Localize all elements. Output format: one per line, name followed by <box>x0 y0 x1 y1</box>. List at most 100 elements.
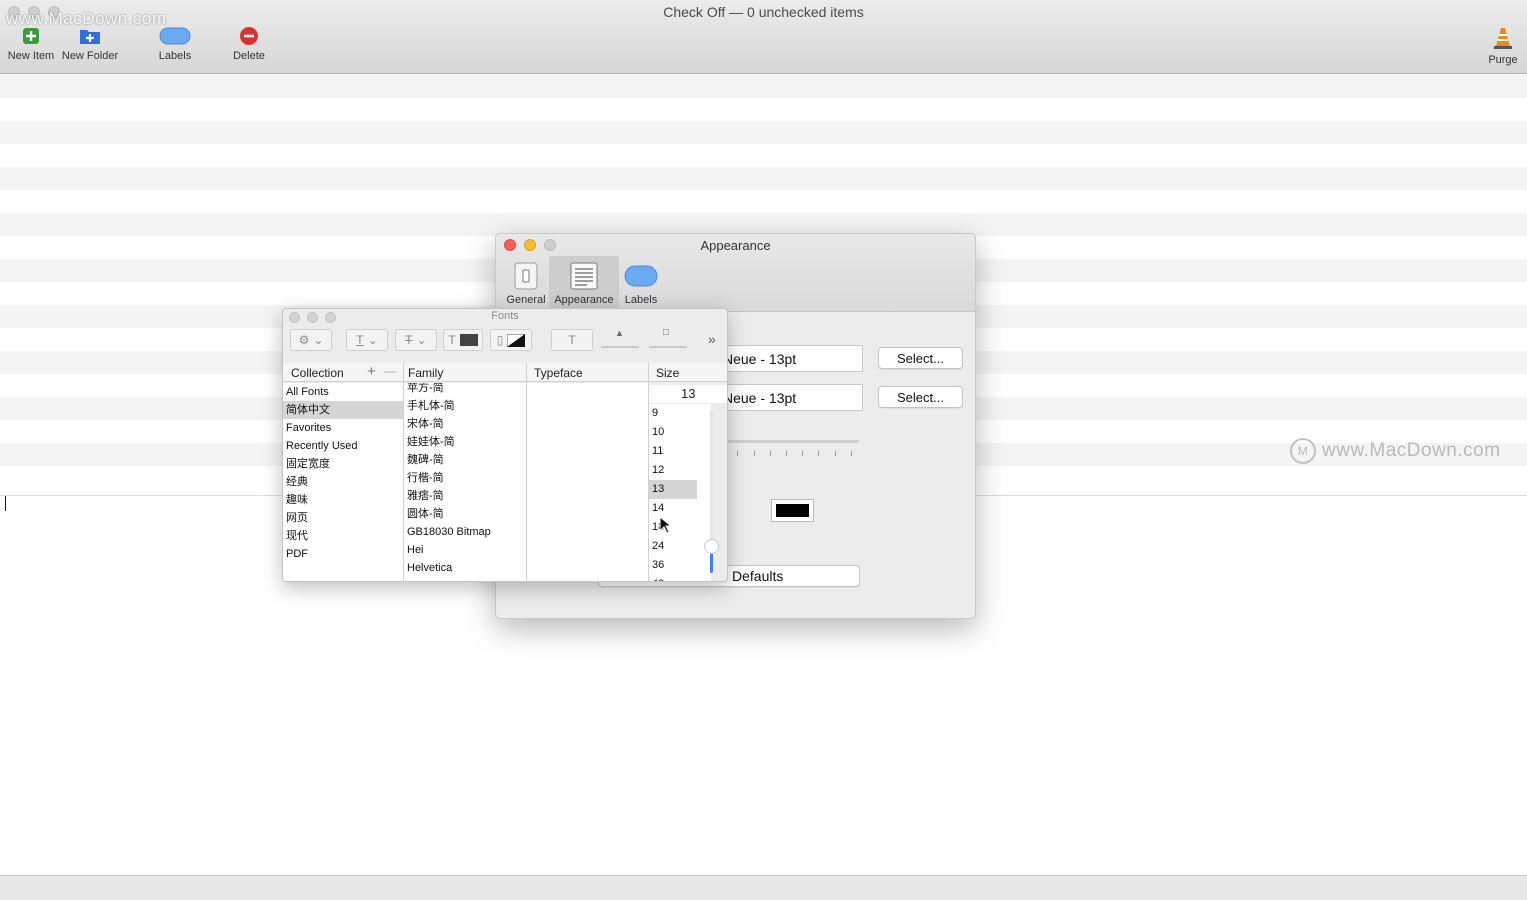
list-item[interactable]: 行楷-简 <box>404 469 526 487</box>
tab-general[interactable]: General <box>500 256 552 312</box>
tab-appearance[interactable]: Appearance <box>549 256 619 312</box>
size-input[interactable]: 13 <box>649 385 727 403</box>
new-item-icon <box>23 28 39 44</box>
shadow-blur-slider[interactable]: □ <box>649 327 689 351</box>
list-row-stripe <box>0 121 1527 144</box>
text-caret <box>5 496 6 511</box>
text-color-well[interactable] <box>771 499 814 522</box>
chevron-down-icon: ⌄ <box>313 333 324 347</box>
list-item[interactable]: Favorites <box>283 419 403 437</box>
appearance-icon <box>570 262 598 290</box>
list-item[interactable]: 圆体-简 <box>404 505 526 523</box>
strikethrough-menu[interactable]: T ⌄ <box>395 329 437 351</box>
list-item[interactable]: 36 <box>649 556 711 575</box>
text-color-button[interactable]: T <box>443 329 483 351</box>
document-color-button[interactable]: ▯ <box>490 329 532 351</box>
remove-collection-button[interactable]: — <box>384 364 396 378</box>
typeface-header-label: Typeface <box>534 366 583 380</box>
shadow-blur-icon: □ <box>663 327 670 338</box>
size-header-label: Size <box>656 366 680 380</box>
delete-button[interactable]: Delete <box>224 26 274 62</box>
list-item[interactable]: 经典 <box>283 473 403 491</box>
watermark-logo-icon: M <box>1290 438 1316 464</box>
fonts-panel: Fonts ⚙ ⌄ T ⌄ T ⌄ T ▯ T ▲ □ » Collection + … <box>282 308 728 582</box>
list-item[interactable]: 苹方-简 <box>404 383 526 397</box>
select-font-button-1[interactable]: Select... <box>878 347 963 369</box>
labels-label: Labels <box>158 50 192 62</box>
family-header: Family <box>404 363 526 382</box>
prefs-title: Appearance <box>700 238 771 253</box>
size-list[interactable]: 9 10 11 12 13 14 18 24 36 48 <box>649 404 711 581</box>
list-item[interactable]: 趣味 <box>283 491 403 509</box>
list-item[interactable]: All Fonts <box>283 383 403 401</box>
list-item[interactable]: 娃娃体-简 <box>404 433 526 451</box>
main-toolbar: www.MacDown.com Check Off — 0 unchecked … <box>0 0 1527 74</box>
shadow-opacity-icon: ▲ <box>615 328 624 338</box>
typeface-list[interactable] <box>527 383 648 581</box>
list-item[interactable]: 魏碑-简 <box>404 451 526 469</box>
new-folder-label: New Folder <box>61 50 119 62</box>
text-shadow-icon: T <box>568 333 576 347</box>
list-item[interactable]: 10 <box>649 423 711 442</box>
window-title: Check Off — 0 unchecked items <box>663 4 864 20</box>
collection-list[interactable]: All Fonts 简体中文 Favorites Recently Used 固… <box>283 383 403 581</box>
family-list[interactable]: 苹方-简 手札体-简 宋体-简 娃娃体-简 魏碑-简 行楷-简 雅痞-简 圆体-… <box>404 383 526 581</box>
new-item-button[interactable]: New Item <box>6 26 56 62</box>
text-color-icon: T <box>448 333 456 347</box>
underline-menu[interactable]: T ⌄ <box>346 329 388 351</box>
watermark-text: www.MacDown.com <box>1322 440 1501 461</box>
delete-label: Delete <box>233 50 265 62</box>
more-controls-button[interactable]: » <box>708 331 716 347</box>
chevron-down-icon: ⌄ <box>416 333 427 347</box>
family-header-label: Family <box>408 366 444 380</box>
fonts-panel-title: Fonts <box>491 310 519 322</box>
add-collection-button[interactable]: + <box>367 363 376 380</box>
list-item[interactable]: 48 <box>649 575 711 581</box>
list-item[interactable]: 网页 <box>283 509 403 527</box>
select-font-button-2[interactable]: Select... <box>878 386 963 408</box>
new-folder-button[interactable]: New Folder <box>60 26 120 62</box>
tab-general-label: General <box>506 294 546 306</box>
collection-header: Collection + — <box>283 363 404 382</box>
labels-button[interactable]: Labels <box>150 26 200 62</box>
list-item[interactable]: 9 <box>649 404 711 423</box>
list-item[interactable]: 12 <box>649 461 711 480</box>
list-item[interactable]: 手札体-简 <box>404 397 526 415</box>
typeface-header: Typeface <box>526 363 648 382</box>
list-item[interactable]: 宋体-简 <box>404 415 526 433</box>
list-item[interactable]: Recently Used <box>283 437 403 455</box>
size-input-value: 13 <box>681 386 696 401</box>
general-icon <box>514 262 538 290</box>
list-row-stripe <box>0 75 1527 98</box>
tab-labels-label: Labels <box>624 294 658 306</box>
shadow-opacity-slider[interactable]: ▲ <box>601 328 641 351</box>
delete-icon <box>240 27 258 45</box>
new-item-label: New Item <box>7 50 55 62</box>
tab-appearance-label: Appearance <box>554 294 614 306</box>
labels-icon <box>624 265 658 287</box>
list-item[interactable]: 24 <box>649 537 711 556</box>
list-item[interactable]: Helvetica <box>404 559 526 577</box>
text-color-swatch <box>459 334 478 346</box>
list-item[interactable]: 固定宽度 <box>283 455 403 473</box>
tab-labels[interactable]: Labels <box>620 256 662 312</box>
strikethrough-icon: T <box>405 333 413 347</box>
prefs-toolbar: Appearance General Appearance Labels <box>496 234 975 312</box>
list-item[interactable]: PDF <box>283 545 403 563</box>
list-item[interactable]: 11 <box>649 442 711 461</box>
watermark-right: M www.MacDown.com <box>1290 438 1501 464</box>
new-folder-icon <box>80 30 100 44</box>
purge-button[interactable]: Purge <box>1482 26 1524 66</box>
size-slider-knob[interactable] <box>704 539 719 554</box>
list-item[interactable]: GB18030 Bitmap <box>404 523 526 541</box>
list-item[interactable]: 13 <box>649 480 697 499</box>
list-item[interactable]: 现代 <box>283 527 403 545</box>
text-shadow-button[interactable]: T <box>551 329 593 351</box>
purge-label: Purge <box>1488 54 1518 66</box>
list-item[interactable]: 雅痞-简 <box>404 487 526 505</box>
list-item[interactable]: 简体中文 <box>283 401 403 419</box>
size-header: Size <box>648 363 727 382</box>
list-item[interactable]: Hei <box>404 541 526 559</box>
actions-menu[interactable]: ⚙ ⌄ <box>290 329 332 351</box>
traffic-cone-icon <box>1494 28 1512 49</box>
